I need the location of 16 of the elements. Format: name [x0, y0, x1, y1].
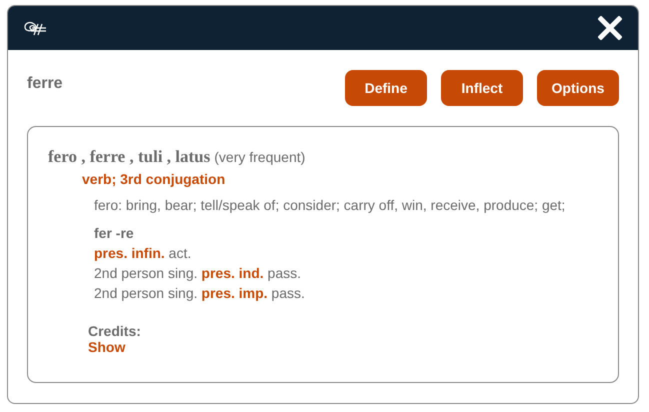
inflection-line: 2nd person sing. pres. imp. pass.	[94, 284, 306, 303]
stem-text: fer -re	[94, 224, 135, 243]
frequency-label: (very frequent)	[214, 149, 306, 165]
inflection-line: 2nd person sing. pres. ind. pass.	[94, 264, 302, 283]
definition-text: fero: bring, bear; tell/speak of; consider; carry off, win, receive, produce; get;	[94, 197, 566, 213]
headwords: fero , ferre , tuli , latus	[48, 147, 210, 166]
part-of-speech: verb; 3rd conjugation	[82, 171, 226, 187]
close-icon[interactable]	[598, 16, 622, 40]
show-link[interactable]: Show	[88, 339, 126, 355]
credits-label: Credits:	[88, 323, 142, 339]
action-button[interactable]: Define	[345, 70, 427, 106]
action-button[interactable]: Options	[537, 70, 619, 106]
query-word: ferre	[27, 75, 63, 93]
action-button[interactable]: Inflect	[441, 70, 523, 106]
swirl-logo-icon	[22, 20, 48, 36]
inflection-line: pres. infin. act.	[94, 244, 192, 263]
